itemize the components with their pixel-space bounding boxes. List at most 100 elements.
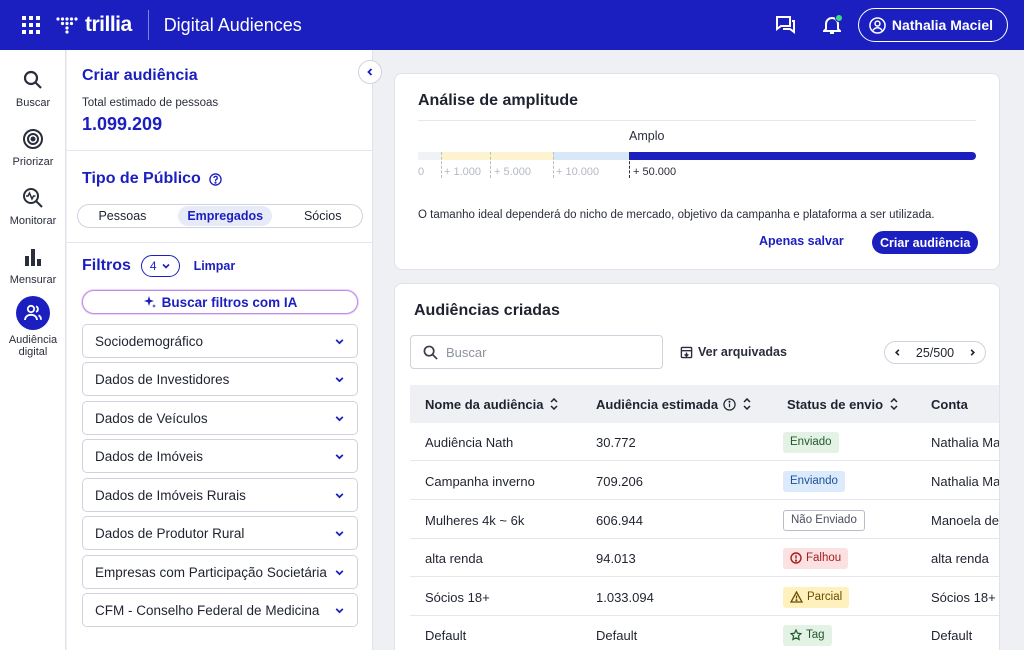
app-title: Digital Audiences bbox=[163, 14, 302, 35]
ai-filter-button[interactable]: Buscar filtros com IA bbox=[82, 290, 358, 314]
chevron-down-icon bbox=[334, 567, 345, 578]
info-icon[interactable] bbox=[723, 397, 736, 411]
amplitude-card: Análise de amplitude Amplo 0 + 1.000 + 5… bbox=[394, 73, 1000, 270]
cell-name: Audiência Nath bbox=[425, 434, 514, 450]
accordion-cfm[interactable]: CFM - Conselho Federal de Medicina bbox=[82, 593, 358, 627]
cell-name: Mulheres 4k ~ 6k bbox=[425, 512, 525, 528]
search-input[interactable] bbox=[446, 344, 646, 360]
tipo-option-empregados[interactable]: Empregados bbox=[178, 206, 273, 226]
nav-item-priorizar[interactable]: Priorizar bbox=[0, 127, 66, 168]
tipo-publico-segmented: Pessoas Empregados Sócios bbox=[77, 204, 363, 228]
accordion-label: Empresas com Participação Societária bbox=[95, 564, 327, 580]
amplitude-tick bbox=[490, 152, 491, 178]
amplitude-tick bbox=[629, 152, 630, 178]
cell-account: Nathalia Maciel bbox=[931, 473, 1000, 489]
search-icon bbox=[423, 345, 438, 360]
chevron-down-icon bbox=[334, 374, 345, 385]
chevron-down-icon bbox=[334, 528, 345, 539]
pagination: 25/500 bbox=[884, 341, 986, 364]
tipo-option-pessoas[interactable]: Pessoas bbox=[89, 206, 155, 226]
chat-icon[interactable] bbox=[774, 13, 798, 37]
status-badge: Tag bbox=[783, 624, 832, 646]
search-icon bbox=[0, 68, 66, 92]
total-value: 1.099.209 bbox=[82, 114, 163, 134]
amplitude-title: Análise de amplitude bbox=[418, 92, 579, 109]
table-row[interactable]: Audiência Nath 30.772 Enviado Nathalia M… bbox=[410, 423, 1000, 461]
status-badge: Não Enviado bbox=[783, 509, 865, 531]
cell-account: alta renda bbox=[931, 550, 989, 566]
nav-item-monitorar[interactable]: Monitorar bbox=[0, 186, 66, 227]
status-text: Tag bbox=[806, 629, 825, 641]
amplitude-scale-0: 0 bbox=[418, 166, 425, 178]
accordion-veiculos[interactable]: Dados de Veículos bbox=[82, 401, 358, 435]
cell-account: Manoela de Souza bbox=[931, 512, 999, 528]
column-label: Conta bbox=[931, 396, 968, 412]
table-row[interactable]: Campanha inverno 709.206 Enviando Nathal… bbox=[410, 462, 1000, 500]
archive-icon bbox=[680, 346, 693, 359]
nav-label-mensurar: Mensurar bbox=[9, 274, 57, 286]
top-bar: trillia Digital Audiences Nathalia Macie… bbox=[0, 0, 1024, 50]
amplitude-segment-active bbox=[629, 152, 976, 160]
table-row[interactable]: alta renda 94.013 Falhou alta renda bbox=[410, 539, 999, 577]
chevron-right-icon[interactable] bbox=[968, 348, 977, 357]
error-icon bbox=[790, 552, 802, 564]
accordion-label: Dados de Produtor Rural bbox=[95, 525, 245, 541]
star-icon bbox=[790, 629, 802, 641]
column-header-account[interactable]: Conta bbox=[931, 397, 968, 412]
table-row[interactable]: Default Default Tag Default bbox=[410, 616, 999, 650]
nav-item-audiencia-digital[interactable]: Audiência digital bbox=[0, 296, 66, 358]
accordion-investidores[interactable]: Dados de Investidores bbox=[82, 362, 358, 396]
total-label: Total estimado de pessoas bbox=[82, 97, 219, 109]
accordion-imoveis-rurais[interactable]: Dados de Imóveis Rurais bbox=[82, 478, 358, 512]
collapse-panel-button[interactable] bbox=[358, 60, 382, 84]
nav-item-buscar[interactable]: Buscar bbox=[0, 68, 66, 109]
cell-account: Nathalia Maciel bbox=[931, 434, 1000, 450]
filtros-count-dropdown[interactable]: 4 bbox=[140, 255, 180, 277]
cell-account: Sócios 18+ bbox=[931, 589, 996, 605]
table-row[interactable]: Sócios 18+ 1.033.094 Parcial Sócios 18+ bbox=[410, 578, 999, 616]
app-grid-icon[interactable] bbox=[22, 16, 40, 34]
top-divider bbox=[147, 10, 149, 40]
logo[interactable]: trillia bbox=[56, 13, 132, 37]
tipo-publico-title: Tipo de Público bbox=[82, 170, 222, 188]
accordion-imoveis[interactable]: Dados de Imóveis bbox=[82, 439, 358, 473]
filtros-title: Filtros bbox=[82, 257, 131, 274]
bell-icon[interactable] bbox=[820, 13, 844, 37]
divider bbox=[67, 150, 373, 151]
column-header-status[interactable]: Status de envio bbox=[787, 397, 898, 412]
limpar-button[interactable]: Limpar bbox=[194, 259, 236, 273]
nav-item-mensurar[interactable]: Mensurar bbox=[0, 245, 66, 286]
amplitude-scale-1000: + 1.000 bbox=[444, 166, 482, 178]
view-archived-button[interactable]: Ver arquivadas bbox=[680, 345, 787, 359]
user-circle-icon bbox=[869, 16, 886, 34]
amplitude-segment-0 bbox=[418, 152, 441, 160]
column-header-name[interactable]: Nome da audiência bbox=[425, 397, 559, 412]
notification-dot bbox=[834, 14, 843, 22]
accordion-produtor-rural[interactable]: Dados de Produtor Rural bbox=[82, 516, 358, 550]
chevron-left-icon[interactable] bbox=[893, 348, 902, 357]
cell-name: Default bbox=[425, 627, 467, 643]
accordion-sociodemografico[interactable]: Sociodemográfico bbox=[82, 324, 358, 358]
column-header-estimate[interactable]: Audiência estimada bbox=[596, 397, 751, 412]
amplitude-scale-5000: + 5.000 bbox=[494, 166, 532, 178]
filtros-count: 4 bbox=[149, 259, 157, 273]
user-menu-button[interactable]: Nathalia Maciel bbox=[857, 8, 1008, 42]
tipo-publico-label: Tipo de Público bbox=[82, 170, 201, 187]
user-name: Nathalia Maciel bbox=[891, 17, 993, 33]
nav-rail: Buscar Priorizar Monitorar Mensurar Audi… bbox=[0, 50, 66, 650]
help-icon[interactable] bbox=[209, 172, 222, 186]
accordion-label: Dados de Veículos bbox=[95, 410, 208, 426]
cell-estimate: 606.944 bbox=[596, 512, 643, 528]
divider bbox=[67, 242, 373, 243]
top-right-actions: Nathalia Maciel bbox=[774, 8, 1008, 42]
tipo-option-socios[interactable]: Sócios bbox=[295, 206, 351, 226]
accordion-participacao-societaria[interactable]: Empresas com Participação Societária bbox=[82, 555, 358, 589]
create-audience-button[interactable]: Criar audiência bbox=[872, 231, 979, 254]
save-only-button[interactable]: Apenas salvar bbox=[759, 234, 844, 248]
bar-chart-icon bbox=[0, 245, 66, 269]
nav-label-audiencia: Audiência bbox=[8, 334, 58, 346]
chevron-down-icon bbox=[334, 336, 345, 347]
table-row[interactable]: Mulheres 4k ~ 6k 606.944 Não Enviado Man… bbox=[410, 501, 999, 539]
accordion-label: Dados de Investidores bbox=[95, 371, 230, 387]
nav-label-digital: digital bbox=[18, 346, 48, 358]
